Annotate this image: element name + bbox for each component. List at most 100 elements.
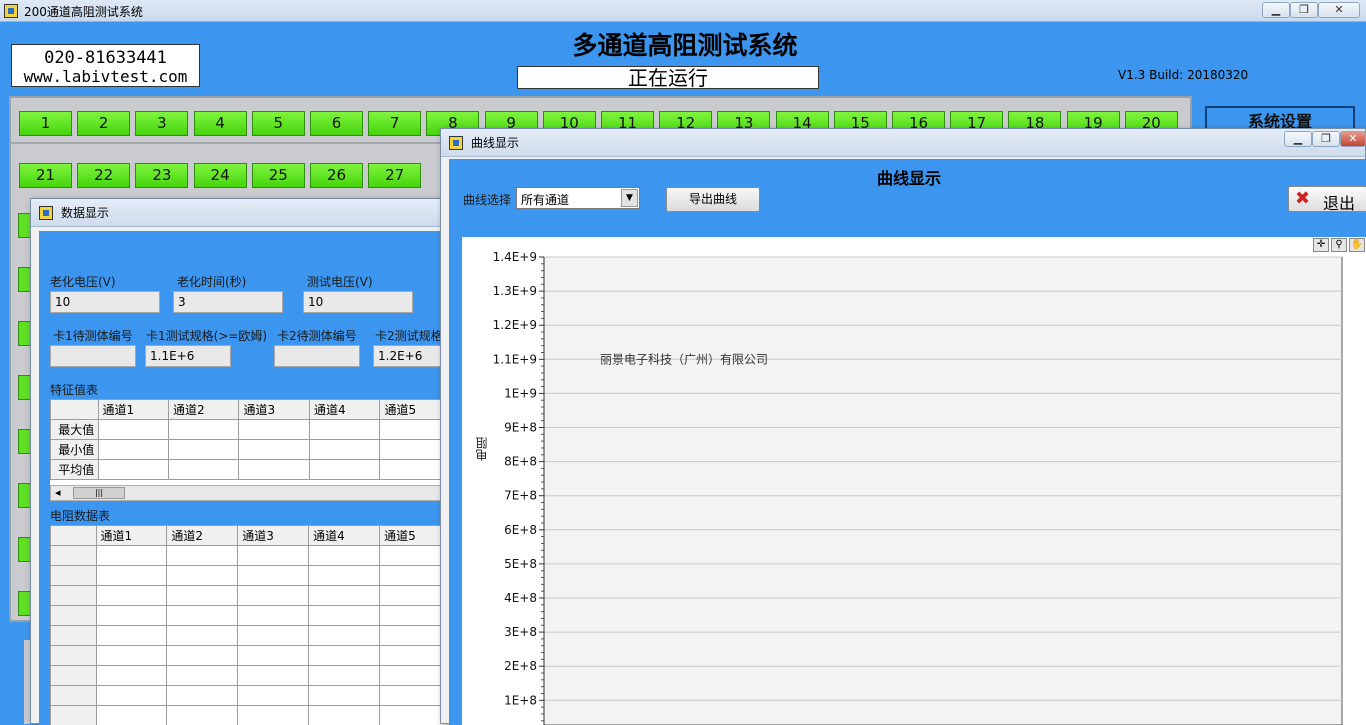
scroll-thumb[interactable]: ||| xyxy=(73,487,125,499)
table-cell[interactable] xyxy=(309,566,380,586)
table-cell[interactable] xyxy=(98,460,168,480)
table-cell[interactable] xyxy=(309,586,380,606)
table-cell[interactable] xyxy=(167,626,238,646)
table-cell[interactable] xyxy=(96,646,167,666)
table-cell[interactable] xyxy=(239,420,309,440)
channel-button-27[interactable]: 27 xyxy=(368,163,421,188)
channel-button-23[interactable]: 23 xyxy=(135,163,188,188)
card2-id-field[interactable] xyxy=(274,345,360,367)
table-row xyxy=(51,546,451,566)
table-cell[interactable] xyxy=(96,566,167,586)
table-cell[interactable] xyxy=(238,586,309,606)
table-cell[interactable] xyxy=(238,606,309,626)
table-cell[interactable] xyxy=(167,646,238,666)
table-cell[interactable] xyxy=(309,606,380,626)
status-display: 正在运行 xyxy=(517,66,819,89)
table-cell[interactable] xyxy=(167,566,238,586)
table-cell[interactable] xyxy=(309,440,379,460)
curve-select-dropdown[interactable]: 所有通道 ▼ xyxy=(516,187,640,209)
table-cell[interactable] xyxy=(238,546,309,566)
table-cell[interactable] xyxy=(96,666,167,686)
table-cell[interactable] xyxy=(239,440,309,460)
channel-button-3[interactable]: 3 xyxy=(135,111,188,136)
data-window-title: 数据显示 xyxy=(61,206,109,220)
table-cell[interactable] xyxy=(167,686,238,706)
channel-button-6[interactable]: 6 xyxy=(310,111,363,136)
table-cell[interactable] xyxy=(169,420,239,440)
version-label: V1.3 Build: 20180320 xyxy=(1118,68,1248,82)
column-header: 通道1 xyxy=(96,526,167,546)
channel-button-22[interactable]: 22 xyxy=(77,163,130,188)
channel-button-26[interactable]: 26 xyxy=(310,163,363,188)
channel-button-7[interactable]: 7 xyxy=(368,111,421,136)
table-cell[interactable] xyxy=(238,566,309,586)
close-button[interactable]: ✕ xyxy=(1318,2,1360,18)
table-cell[interactable] xyxy=(238,686,309,706)
channel-button-1[interactable]: 1 xyxy=(19,111,72,136)
y-tick-label: 1.4E+9 xyxy=(493,250,537,264)
table-cell[interactable] xyxy=(167,606,238,626)
minimize-button[interactable]: ▁ xyxy=(1262,2,1290,18)
channel-button-24[interactable]: 24 xyxy=(194,163,247,188)
table-cell[interactable] xyxy=(309,686,380,706)
table-cell[interactable] xyxy=(238,666,309,686)
table-cell[interactable] xyxy=(309,420,379,440)
channel-button-4[interactable]: 4 xyxy=(194,111,247,136)
table-row xyxy=(51,586,451,606)
table-cell[interactable] xyxy=(167,586,238,606)
curve-window-title: 曲线显示 xyxy=(471,136,519,150)
resistance-table-container: 通道1通道2通道3通道4通道5 xyxy=(50,525,451,725)
y-tick-label: 4E+8 xyxy=(504,591,537,605)
app-icon xyxy=(39,206,53,220)
chevron-down-icon[interactable]: ▼ xyxy=(621,189,638,207)
table-cell[interactable] xyxy=(96,626,167,646)
table-cell[interactable] xyxy=(96,706,167,725)
export-curve-button[interactable]: 导出曲线 xyxy=(666,187,760,212)
curve-minimize-button[interactable]: ▁ xyxy=(1284,131,1312,147)
row-header: 最小值 xyxy=(51,440,99,460)
card1-spec-field[interactable]: 1.1E+6 xyxy=(145,345,231,367)
table-cell[interactable] xyxy=(238,646,309,666)
table-cell[interactable] xyxy=(238,626,309,646)
table-cell[interactable] xyxy=(309,626,380,646)
feature-table-scrollbar[interactable]: ◂ ||| xyxy=(50,485,451,501)
channel-button-25[interactable]: 25 xyxy=(252,163,305,188)
y-tick-label: 3E+8 xyxy=(504,625,537,639)
table-cell[interactable] xyxy=(96,606,167,626)
table-cell[interactable] xyxy=(96,586,167,606)
table-cell[interactable] xyxy=(169,460,239,480)
table-cell[interactable] xyxy=(167,666,238,686)
aging-time-field[interactable]: 3 xyxy=(173,291,283,313)
table-cell[interactable] xyxy=(167,706,238,725)
card1-id-field[interactable] xyxy=(50,345,136,367)
aging-time-label: 老化时间(秒) xyxy=(177,273,246,290)
table-cell[interactable] xyxy=(96,546,167,566)
restore-button[interactable]: ❐ xyxy=(1290,2,1318,18)
exit-button[interactable]: ✖ 退出 xyxy=(1288,186,1366,212)
channel-button-21[interactable]: 21 xyxy=(19,163,72,188)
table-cell[interactable] xyxy=(309,460,379,480)
row-header xyxy=(51,606,97,626)
row-header xyxy=(51,666,97,686)
table-cell[interactable] xyxy=(169,440,239,460)
curve-close-button[interactable]: ✕ xyxy=(1340,131,1366,147)
table-cell[interactable] xyxy=(238,706,309,725)
table-cell[interactable] xyxy=(309,546,380,566)
table-cell[interactable] xyxy=(239,460,309,480)
y-tick-label: 1.3E+9 xyxy=(493,284,537,298)
scroll-left-icon[interactable]: ◂ xyxy=(55,486,61,500)
table-cell[interactable] xyxy=(309,706,380,725)
table-cell[interactable] xyxy=(98,420,168,440)
column-header: 通道2 xyxy=(169,400,239,420)
curve-restore-button[interactable]: ❐ xyxy=(1312,131,1340,147)
test-voltage-field[interactable]: 10 xyxy=(303,291,413,313)
aging-voltage-field[interactable]: 10 xyxy=(50,291,160,313)
table-cell[interactable] xyxy=(167,546,238,566)
channel-button-2[interactable]: 2 xyxy=(77,111,130,136)
row-header xyxy=(51,706,97,725)
table-cell[interactable] xyxy=(309,646,380,666)
table-cell[interactable] xyxy=(309,666,380,686)
table-cell[interactable] xyxy=(96,686,167,706)
channel-button-5[interactable]: 5 xyxy=(252,111,305,136)
table-cell[interactable] xyxy=(98,440,168,460)
